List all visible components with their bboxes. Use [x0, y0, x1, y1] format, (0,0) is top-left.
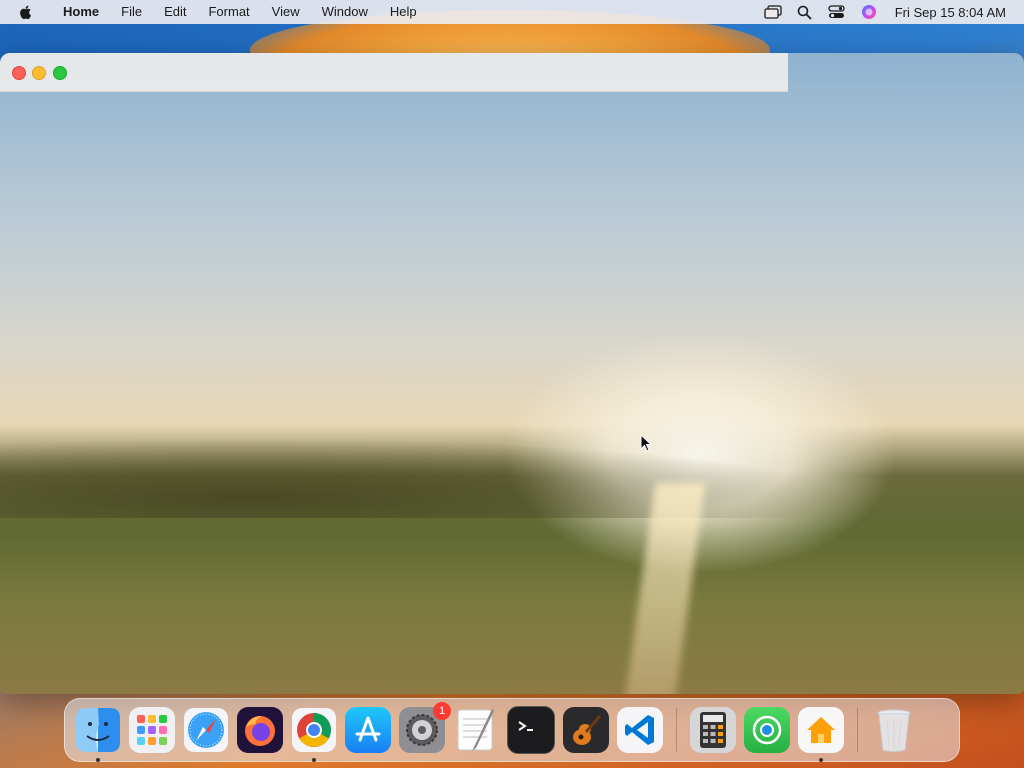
dock-home[interactable] [798, 707, 844, 762]
find-my-icon [752, 715, 782, 745]
app-store-icon [355, 716, 381, 742]
dock-garageband[interactable] [563, 707, 609, 753]
textedit-icon [457, 709, 494, 751]
menu-window[interactable]: Window [311, 0, 379, 24]
dock-system-settings[interactable]: 1 [399, 702, 451, 753]
home-app-window [0, 53, 1024, 694]
dock-finder[interactable] [75, 707, 121, 762]
vscode-icon [625, 715, 654, 745]
siri-icon[interactable] [860, 3, 878, 21]
dock-launchpad[interactable] [129, 707, 175, 753]
menu-edit[interactable]: Edit [153, 0, 197, 24]
control-center-icon[interactable] [828, 3, 846, 21]
home-icon [807, 717, 835, 743]
running-indicator [96, 758, 100, 762]
dock-separator [857, 708, 858, 752]
dock-app-store[interactable] [345, 707, 391, 753]
window-close-button[interactable] [12, 66, 26, 80]
dock-safari[interactable] [183, 707, 229, 753]
garageband-icon [573, 715, 602, 745]
dock-firefox[interactable] [237, 707, 283, 753]
launchpad-icon [137, 715, 167, 745]
dock: 1 [64, 698, 960, 762]
menu-view[interactable]: View [261, 0, 311, 24]
dock-textedit[interactable] [453, 707, 499, 753]
search-icon[interactable] [796, 3, 814, 21]
window-minimize-button[interactable] [32, 66, 46, 80]
menu-format[interactable]: Format [197, 0, 260, 24]
dock-vscode[interactable] [617, 707, 663, 753]
menu-file[interactable]: File [110, 0, 153, 24]
dock-trash[interactable] [871, 707, 917, 753]
notification-badge: 1 [433, 702, 451, 720]
background-hills [0, 428, 1024, 518]
trash-icon [877, 709, 911, 752]
menu-help[interactable]: Help [379, 0, 428, 24]
window-zoom-button[interactable] [53, 66, 67, 80]
terminal-icon [518, 721, 533, 731]
dock-separator [676, 708, 677, 752]
menu-app-name[interactable]: Home [52, 0, 110, 24]
calculator-icon [700, 712, 726, 748]
dock-find-my[interactable] [744, 707, 790, 753]
firefox-icon [245, 716, 275, 746]
menu-bar-clock[interactable]: Fri Sep 15 8:04 AM [895, 5, 1006, 20]
running-indicator [312, 758, 316, 762]
dock-terminal[interactable] [507, 706, 555, 754]
dock-calculator[interactable] [690, 707, 736, 753]
safari-icon [184, 708, 228, 752]
dock-chrome[interactable] [291, 707, 337, 762]
window-title-bar[interactable] [0, 53, 788, 92]
chrome-icon [292, 708, 336, 752]
menu-bar: Home File Edit Format View Window Help F… [0, 0, 1024, 24]
running-indicator [819, 758, 823, 762]
apple-menu-icon[interactable] [18, 4, 34, 20]
finder-icon [76, 708, 120, 752]
mouse-cursor-icon [640, 434, 652, 452]
screen-mirroring-icon[interactable] [764, 3, 782, 21]
